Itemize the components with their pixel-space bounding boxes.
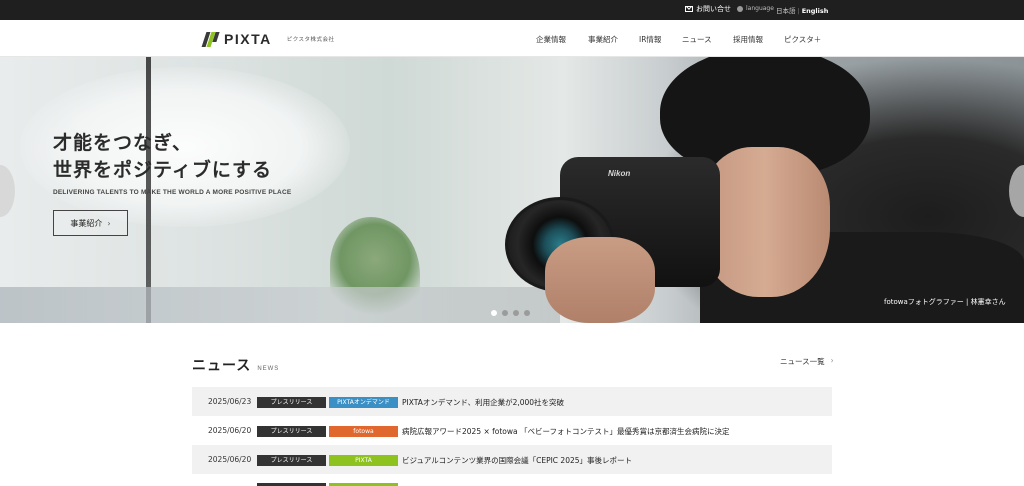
news-service-tag: fotowa (329, 426, 398, 437)
hero-headline-line2: 世界をポジティブにする (53, 159, 273, 181)
news-title: ニュース (192, 358, 252, 374)
camera-brand: Nikon (608, 169, 631, 178)
photo-caption: fotowaフォトグラファー | 林憲幸さん (884, 298, 1006, 306)
lang-ja-link[interactable]: 日本語 (776, 7, 796, 15)
news-title-text: PIXTAオンデマンド、利用企業が2,000社を突破 (402, 398, 565, 407)
language-indicator: language (737, 5, 774, 12)
globe-icon (737, 5, 743, 12)
news-all-link[interactable]: ニュース一覧 › (780, 356, 834, 367)
chevron-right-icon: › (107, 218, 111, 228)
nav-ir[interactable]: IR情報 (639, 34, 661, 45)
news-date: 2025/06/20 (208, 426, 252, 435)
logo-corp-name: ピクスタ株式会社 (286, 37, 335, 43)
news-row[interactable]: 2025/06/20 プレスリリース PIXTA ビジュアルコンテンツ業界の国際… (192, 445, 832, 474)
site-header: PIXTA ピクスタ株式会社 企業情報 事業紹介 IR情報 ニュース 採用情報 … (0, 20, 1024, 57)
slider-prev-arrow[interactable] (0, 165, 15, 217)
logo-wordmark: PIXTA (224, 31, 272, 47)
news-list: 2025/06/23 プレスリリース PIXTAオンデマンド PIXTAオンデマ… (192, 387, 832, 486)
lang-en-link[interactable]: English (802, 7, 829, 15)
hero-slider: Nikon 才能をつなぎ、 世界をポジティブにする DELIVERING TAL… (0, 57, 1024, 323)
news-service-tag: PIXTAオンデマンド (329, 397, 398, 408)
contact-link[interactable]: お問い合せ (685, 4, 731, 14)
news-title-text: ビジュアルコンテンツ業界の国際会議「CEPIC 2025」事後レポート (402, 456, 633, 465)
utility-bar: お問い合せ language 日本語 | English (0, 0, 1024, 20)
hero-subheadline: DELIVERING TALENTS TO MAKE THE WORLD A M… (53, 189, 292, 196)
envelope-icon (685, 6, 693, 12)
news-service-tag: PIXTA (329, 455, 398, 466)
hero-photo-floor (0, 287, 560, 323)
hero-headline-line1: 才能をつなぎ、 (53, 132, 193, 154)
hero-photo-hand (545, 237, 655, 323)
slider-dot-2[interactable] (502, 310, 508, 316)
nav-pixtaplus[interactable]: ピクスタ＋ (784, 34, 821, 45)
lang-separator: | (797, 7, 800, 15)
nav-corporate[interactable]: 企業情報 (536, 34, 566, 45)
logo-mark-icon (201, 31, 220, 47)
cta-label: 事業紹介 (70, 218, 103, 228)
news-category-tag: プレスリリース (257, 397, 326, 408)
news-row[interactable]: 2025/06/20 プレスリリース fotowa 病院広報アワード2025 ×… (192, 416, 832, 445)
news-row-partial (192, 474, 832, 486)
news-all-label: ニュース一覧 (780, 357, 825, 366)
nav-business[interactable]: 事業紹介 (588, 34, 618, 45)
hero-headline: 才能をつなぎ、 世界をポジティブにする (53, 130, 272, 184)
news-title-en: NEWS (257, 366, 280, 372)
news-title-text: 病院広報アワード2025 × fotowa 「ベビーフォトコンテスト」最優秀賞は… (402, 427, 730, 436)
language-label: language (746, 5, 774, 12)
slider-dot-3[interactable] (513, 310, 519, 316)
slider-pagination (491, 310, 530, 316)
news-category-tag: プレスリリース (257, 455, 326, 466)
news-heading: ニュース NEWS (192, 355, 279, 375)
nav-news[interactable]: ニュース (682, 34, 712, 45)
news-date: 2025/06/20 (208, 455, 252, 464)
slider-dot-1[interactable] (491, 310, 497, 316)
news-category-tag: プレスリリース (257, 426, 326, 437)
news-row[interactable]: 2025/06/23 プレスリリース PIXTAオンデマンド PIXTAオンデマ… (192, 387, 832, 416)
pixta-logo[interactable]: PIXTA ピクスタ株式会社 (201, 31, 335, 47)
slider-dot-4[interactable] (524, 310, 530, 316)
nav-recruit[interactable]: 採用情報 (733, 34, 763, 45)
business-intro-button[interactable]: 事業紹介 › (53, 210, 128, 236)
news-date: 2025/06/23 (208, 397, 252, 406)
language-switcher: 日本語 | English (776, 5, 828, 15)
chevron-right-icon: › (830, 356, 834, 365)
contact-label: お問い合せ (696, 5, 731, 13)
